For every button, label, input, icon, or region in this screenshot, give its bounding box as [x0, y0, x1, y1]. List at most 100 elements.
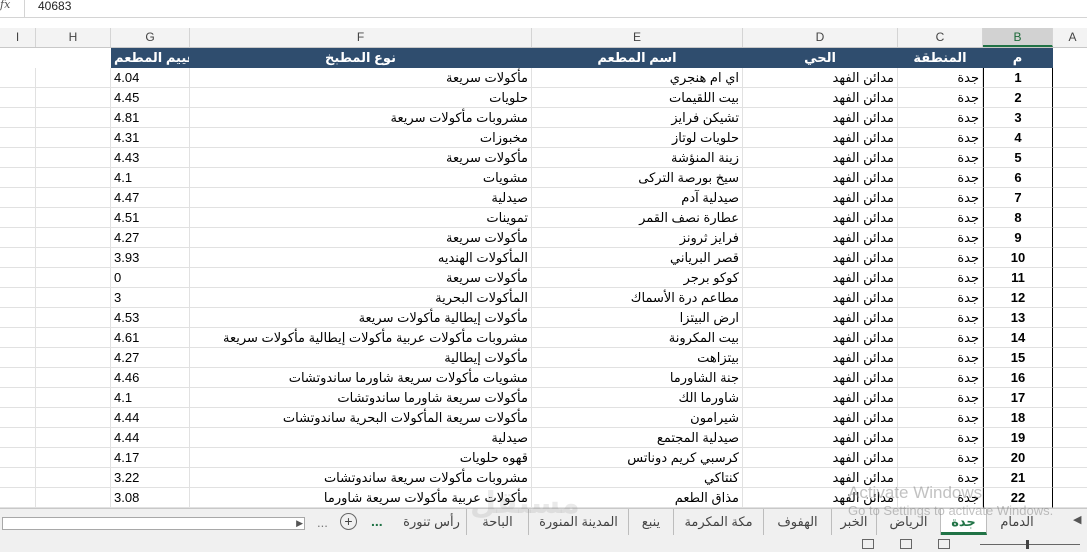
cell-restaurant-name[interactable]: مطاعم درة الأسماك — [532, 288, 743, 308]
cell-restaurant-name[interactable]: شيرامون — [532, 408, 743, 428]
cell-cuisine[interactable]: حلويات — [190, 88, 532, 108]
cell-restaurant-name[interactable]: كنتاكي — [532, 468, 743, 488]
cell-region[interactable]: جدة — [898, 428, 983, 448]
cell-empty-h[interactable] — [36, 268, 111, 288]
column-header-a[interactable]: A — [1053, 28, 1087, 47]
cell-region[interactable]: جدة — [898, 68, 983, 88]
tab-scroll-right-icon[interactable]: ◀ — [1073, 513, 1081, 526]
cell-empty-a[interactable] — [1053, 348, 1087, 368]
tab-makkah[interactable]: مكة المكرمة — [674, 509, 764, 535]
column-header-b[interactable]: B — [983, 28, 1053, 47]
normal-view-icon[interactable] — [862, 539, 874, 549]
cell-region[interactable]: جدة — [898, 128, 983, 148]
cell-number[interactable]: 18 — [983, 408, 1053, 428]
cell-rating[interactable]: 4.53 — [111, 308, 190, 328]
cell-restaurant-name[interactable]: صيدلية آدم — [532, 188, 743, 208]
cell-cuisine[interactable]: تموينات — [190, 208, 532, 228]
cell-empty-h[interactable] — [36, 208, 111, 228]
cell-cuisine[interactable]: مخبوزات — [190, 128, 532, 148]
cell-empty-h[interactable] — [36, 428, 111, 448]
cell-number[interactable]: 13 — [983, 308, 1053, 328]
cell-region[interactable]: جدة — [898, 168, 983, 188]
cell-restaurant-name[interactable]: ارض البيتزا — [532, 308, 743, 328]
cell-rating[interactable]: 4.81 — [111, 108, 190, 128]
page-break-view-icon[interactable] — [938, 539, 950, 549]
cell-empty-a[interactable] — [1053, 288, 1087, 308]
cell-empty-i[interactable] — [0, 68, 36, 88]
add-sheet-button[interactable]: + — [340, 513, 357, 530]
tab-yanbu[interactable]: ينبع — [629, 509, 674, 535]
cell-district[interactable]: مدائن الفهد — [743, 448, 898, 468]
page-layout-view-icon[interactable] — [900, 539, 912, 549]
cell-rating[interactable]: 4.47 — [111, 188, 190, 208]
cell-region[interactable]: جدة — [898, 488, 983, 508]
cell-restaurant-name[interactable]: شاورما الك — [532, 388, 743, 408]
cell-region[interactable]: جدة — [898, 148, 983, 168]
cell-cuisine[interactable]: مأكولات عربية مأكولات سريعة شاورما — [190, 488, 532, 508]
cell-cuisine[interactable]: مأكولات إيطالية — [190, 348, 532, 368]
cell-empty-a[interactable] — [1053, 188, 1087, 208]
cell-empty-a[interactable] — [1053, 268, 1087, 288]
cell-empty-a[interactable] — [1053, 448, 1087, 468]
cell-empty-i[interactable] — [0, 288, 36, 308]
cell-number[interactable]: 11 — [983, 268, 1053, 288]
cell-cuisine[interactable]: مأكولات سريعة — [190, 148, 532, 168]
cell-region[interactable]: جدة — [898, 228, 983, 248]
column-header-g[interactable]: G — [111, 28, 190, 47]
cell-district[interactable]: مدائن الفهد — [743, 368, 898, 388]
header-cuisine[interactable]: نوع المطبخ — [190, 48, 532, 68]
cell-region[interactable]: جدة — [898, 348, 983, 368]
zoom-slider-thumb[interactable] — [1026, 540, 1029, 549]
cell-number[interactable]: 15 — [983, 348, 1053, 368]
cell-rating[interactable]: 4.31 — [111, 128, 190, 148]
cell-cuisine[interactable]: مأكولات سريعة — [190, 228, 532, 248]
column-header-i[interactable]: I — [0, 28, 36, 47]
cell-cuisine[interactable]: مشروبات مأكولات سريعة ساندوتشات — [190, 468, 532, 488]
cell-empty-i[interactable] — [0, 308, 36, 328]
tab-khobar[interactable]: الخبر — [832, 509, 877, 535]
cell-empty-h[interactable] — [36, 408, 111, 428]
cell-rating[interactable]: 4.44 — [111, 428, 190, 448]
cell-cuisine[interactable]: مشويات مأكولات سريعة شاورما ساندوتشات — [190, 368, 532, 388]
cell-rating[interactable]: 3.93 — [111, 248, 190, 268]
cell-empty-a[interactable] — [1053, 248, 1087, 268]
cell-district[interactable]: مدائن الفهد — [743, 208, 898, 228]
cell-rating[interactable]: 4.27 — [111, 228, 190, 248]
cell-empty-a[interactable] — [1053, 488, 1087, 508]
column-header-c[interactable]: C — [898, 28, 983, 47]
cell-empty-h[interactable] — [36, 228, 111, 248]
cell-district[interactable]: مدائن الفهد — [743, 308, 898, 328]
column-header-e[interactable]: E — [532, 28, 743, 47]
cell-region[interactable]: جدة — [898, 188, 983, 208]
cell-restaurant-name[interactable]: سيخ بورصة الترکی — [532, 168, 743, 188]
cell-restaurant-name[interactable]: بيتزاهت — [532, 348, 743, 368]
cell-cuisine[interactable]: قهوه حلويات — [190, 448, 532, 468]
cell-number[interactable]: 22 — [983, 488, 1053, 508]
cell-empty-a[interactable] — [1053, 108, 1087, 128]
cell-restaurant-name[interactable]: مذاق الطعم — [532, 488, 743, 508]
header-name[interactable]: اسم المطعم — [532, 48, 743, 68]
cell-district[interactable]: مدائن الفهد — [743, 68, 898, 88]
cell-number[interactable]: 20 — [983, 448, 1053, 468]
cell-empty-i[interactable] — [0, 468, 36, 488]
tab-al-baha[interactable]: الباحة — [467, 509, 529, 535]
cell-empty-h[interactable] — [36, 328, 111, 348]
cell-empty-a[interactable] — [1053, 208, 1087, 228]
cell-rating[interactable]: 4.27 — [111, 348, 190, 368]
cell-empty-i[interactable] — [0, 408, 36, 428]
cell-empty-i[interactable] — [0, 268, 36, 288]
cell-empty-a[interactable] — [1053, 68, 1087, 88]
scroll-right-arrow-icon[interactable]: ▶ — [296, 518, 303, 529]
cell-empty-i[interactable] — [0, 168, 36, 188]
cell-cuisine[interactable]: مأكولات إيطالية مأكولات سريعة — [190, 308, 532, 328]
cell-empty-h[interactable] — [36, 188, 111, 208]
cell-empty-h[interactable] — [36, 368, 111, 388]
cell-empty-i[interactable] — [0, 228, 36, 248]
cell-number[interactable]: 2 — [983, 88, 1053, 108]
cell-district[interactable]: مدائن الفهد — [743, 288, 898, 308]
cell-rating[interactable]: 4.51 — [111, 208, 190, 228]
zoom-slider[interactable] — [980, 544, 1080, 545]
header-num[interactable]: م — [983, 48, 1053, 68]
cell-restaurant-name[interactable]: جنة الشاورما — [532, 368, 743, 388]
header-district[interactable]: الحي — [743, 48, 898, 68]
